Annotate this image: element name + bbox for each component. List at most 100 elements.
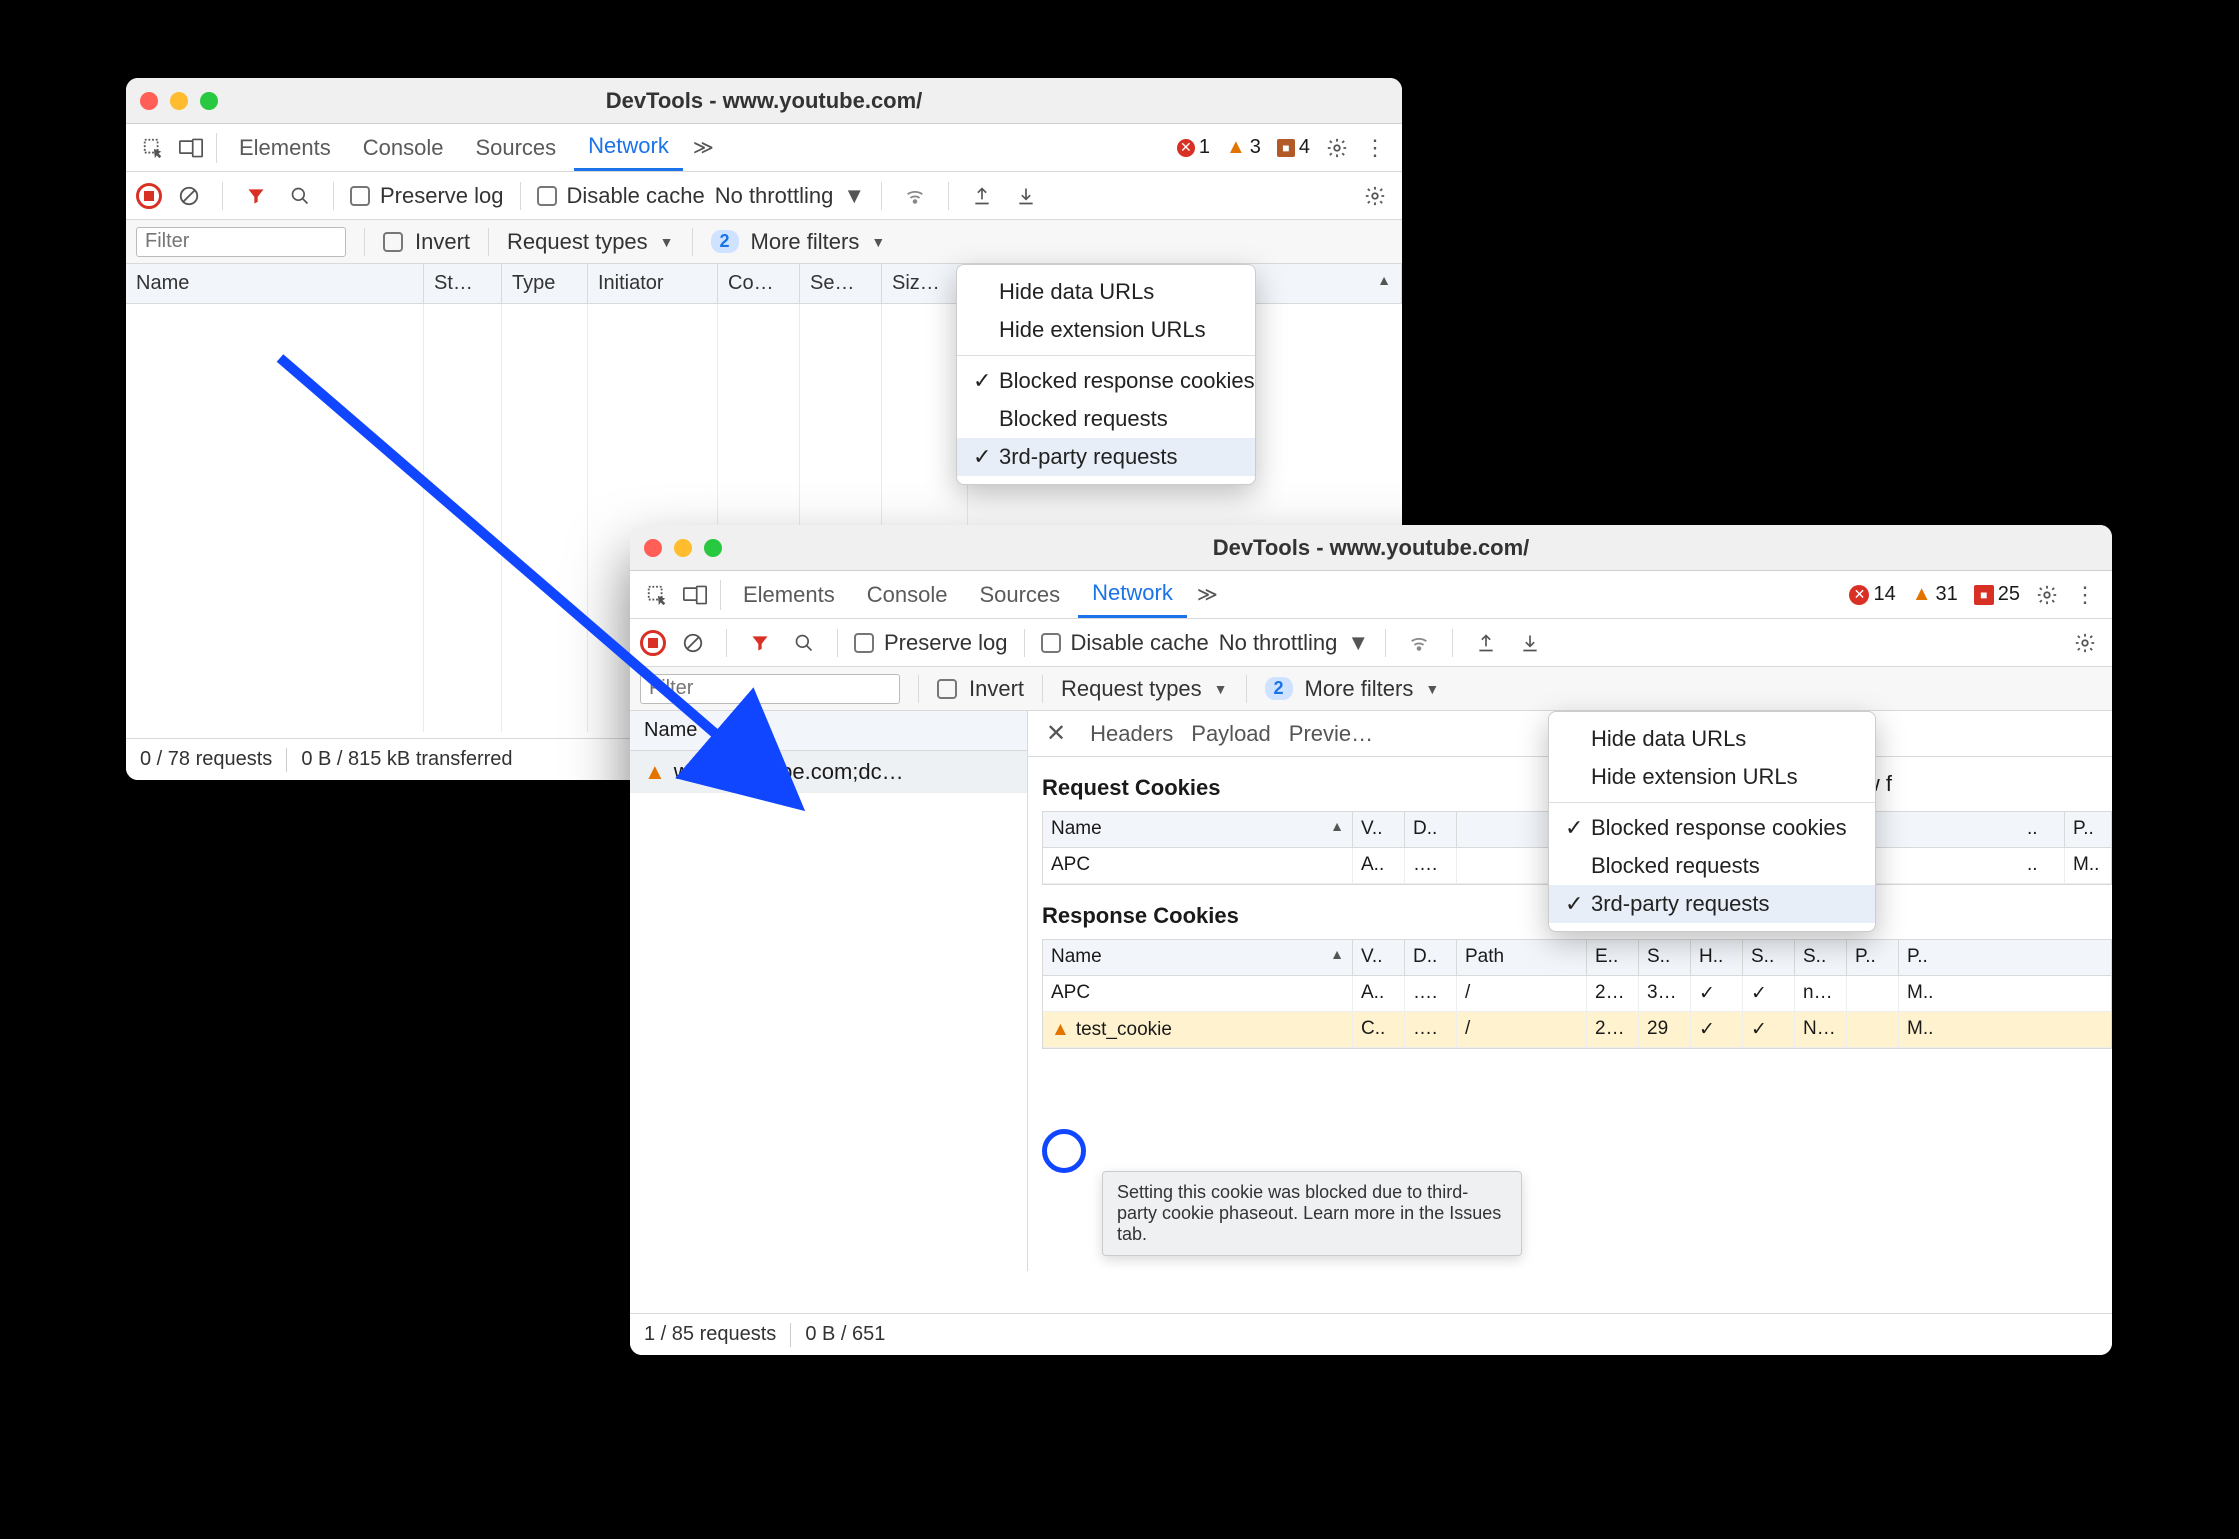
resp-col-s2[interactable]: S.. — [1743, 940, 1795, 975]
resp-col-name[interactable]: Name▲ — [1043, 940, 1353, 975]
col-name[interactable]: Name — [126, 264, 424, 303]
name-column-header[interactable]: Name — [630, 711, 1027, 751]
upload-icon[interactable] — [965, 179, 999, 213]
clear-icon[interactable] — [172, 179, 206, 213]
dd-hide-data-urls[interactable]: Hide data URLs — [957, 273, 1255, 311]
request-types-dropdown[interactable]: Request types — [507, 229, 648, 255]
more-filters-dropdown[interactable]: More filters — [751, 229, 860, 255]
more-filters-dropdown[interactable]: More filters — [1305, 676, 1414, 702]
filter-input[interactable] — [640, 674, 900, 704]
search-icon[interactable] — [787, 626, 821, 660]
chevron-down-icon[interactable]: ▼ — [660, 234, 674, 250]
filter-icon[interactable] — [239, 179, 273, 213]
chevron-down-icon[interactable]: ▼ — [1347, 630, 1369, 656]
resp-col-e[interactable]: E.. — [1587, 940, 1639, 975]
rc-col-tail2[interactable]: P.. — [2065, 812, 2111, 847]
kebab-icon[interactable]: ⋮ — [1358, 131, 1392, 165]
dd-blocked-response-cookies[interactable]: Blocked response cookies — [957, 362, 1255, 400]
tab-network[interactable]: Network — [1078, 571, 1187, 618]
traffic-lights[interactable] — [140, 92, 218, 110]
detail-tab-headers[interactable]: Headers — [1090, 721, 1173, 747]
gear-icon[interactable] — [2068, 626, 2102, 660]
disable-cache-checkbox[interactable] — [1041, 633, 1061, 653]
info-count[interactable]: ■ 4 — [1271, 136, 1316, 159]
record-button[interactable] — [136, 183, 162, 209]
more-tabs-icon[interactable]: ≫ — [687, 135, 720, 160]
gear-icon[interactable] — [1358, 179, 1392, 213]
throttling-select[interactable]: No throttling — [1219, 630, 1338, 656]
preserve-log-checkbox[interactable] — [854, 633, 874, 653]
dd-3rd-party-requests[interactable]: 3rd-party requests — [957, 438, 1255, 476]
dd-hide-extension-urls[interactable]: Hide extension URLs — [1549, 758, 1875, 796]
tab-elements[interactable]: Elements — [225, 124, 345, 171]
invert-checkbox[interactable] — [937, 679, 957, 699]
dd-blocked-requests[interactable]: Blocked requests — [957, 400, 1255, 438]
dd-hide-data-urls[interactable]: Hide data URLs — [1549, 720, 1875, 758]
minimize-icon[interactable] — [170, 92, 188, 110]
tab-console[interactable]: Console — [853, 571, 962, 618]
col-type[interactable]: Type — [502, 264, 588, 303]
rc-col-name[interactable]: Name▲ — [1043, 812, 1353, 847]
col-se[interactable]: Se… — [800, 264, 882, 303]
resp-col-s3[interactable]: S.. — [1795, 940, 1847, 975]
col-status[interactable]: St… — [424, 264, 502, 303]
rc-col-v[interactable]: V.. — [1353, 812, 1405, 847]
disable-cache-checkbox[interactable] — [537, 186, 557, 206]
kebab-icon[interactable]: ⋮ — [2068, 578, 2102, 612]
search-icon[interactable] — [283, 179, 317, 213]
filter-input[interactable] — [136, 227, 346, 257]
inspect-icon[interactable] — [640, 578, 674, 612]
tab-console[interactable]: Console — [349, 124, 458, 171]
dd-3rd-party-requests[interactable]: 3rd-party requests — [1549, 885, 1875, 923]
device-toggle-icon[interactable] — [678, 578, 712, 612]
tab-elements[interactable]: Elements — [729, 571, 849, 618]
titlebar[interactable]: DevTools - www.youtube.com/ — [126, 78, 1402, 124]
maximize-icon[interactable] — [704, 539, 722, 557]
dd-hide-extension-urls[interactable]: Hide extension URLs — [957, 311, 1255, 349]
traffic-lights[interactable] — [644, 539, 722, 557]
resp-col-d[interactable]: D.. — [1405, 940, 1457, 975]
tab-sources[interactable]: Sources — [461, 124, 570, 171]
request-types-dropdown[interactable]: Request types — [1061, 676, 1202, 702]
record-button[interactable] — [640, 630, 666, 656]
minimize-icon[interactable] — [674, 539, 692, 557]
close-icon[interactable] — [140, 92, 158, 110]
download-icon[interactable] — [1009, 179, 1043, 213]
resp-col-s1[interactable]: S.. — [1639, 940, 1691, 975]
chevron-down-icon[interactable]: ▼ — [1214, 681, 1228, 697]
dd-blocked-requests[interactable]: Blocked requests — [1549, 847, 1875, 885]
close-detail-icon[interactable]: ✕ — [1040, 719, 1072, 748]
warning-count[interactable]: ▲ 31 — [1906, 583, 1964, 606]
rc-col-tail1[interactable]: .. — [2019, 812, 2065, 847]
error-count[interactable]: ✕ 14 — [1843, 583, 1901, 606]
clear-icon[interactable] — [676, 626, 710, 660]
inspect-icon[interactable] — [136, 131, 170, 165]
gear-icon[interactable] — [2030, 578, 2064, 612]
resp-row-test-cookie[interactable]: ▲ test_cookie C.. …. / 2… 29 ✓ ✓ N… M.. — [1043, 1012, 2111, 1048]
device-toggle-icon[interactable] — [174, 131, 208, 165]
tab-sources[interactable]: Sources — [965, 571, 1074, 618]
throttling-select[interactable]: No throttling — [715, 183, 834, 209]
resp-col-path[interactable]: Path — [1457, 940, 1587, 975]
wifi-icon[interactable] — [1402, 626, 1436, 660]
more-tabs-icon[interactable]: ≫ — [1191, 582, 1224, 607]
request-row[interactable]: ▲ www.youtube.com;dc… — [630, 751, 1027, 793]
resp-col-p1[interactable]: P.. — [1847, 940, 1899, 975]
chevron-down-icon[interactable]: ▼ — [871, 234, 885, 250]
resp-row-apc[interactable]: APC A.. …. / 2… 3… ✓ ✓ n… M.. — [1043, 976, 2111, 1012]
resp-col-h[interactable]: H.. — [1691, 940, 1743, 975]
issue-count[interactable]: ■ 25 — [1968, 583, 2026, 606]
resp-col-p2[interactable]: P.. — [1899, 940, 1951, 975]
col-co[interactable]: Co… — [718, 264, 800, 303]
upload-icon[interactable] — [1469, 626, 1503, 660]
wifi-icon[interactable] — [898, 179, 932, 213]
error-count[interactable]: ✕ 1 — [1171, 136, 1216, 159]
titlebar[interactable]: DevTools - www.youtube.com/ — [630, 525, 2112, 571]
resp-col-v[interactable]: V.. — [1353, 940, 1405, 975]
col-initiator[interactable]: Initiator — [588, 264, 718, 303]
warning-count[interactable]: ▲ 3 — [1220, 136, 1267, 159]
gear-icon[interactable] — [1320, 131, 1354, 165]
chevron-down-icon[interactable]: ▼ — [843, 183, 865, 209]
invert-checkbox[interactable] — [383, 232, 403, 252]
filter-icon[interactable] — [743, 626, 777, 660]
